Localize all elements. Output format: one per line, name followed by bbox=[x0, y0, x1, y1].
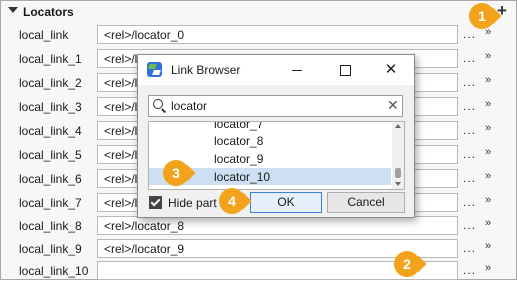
locator-value: <rel>/locator_8 bbox=[104, 219, 185, 233]
go-to-icon[interactable]: » bbox=[485, 74, 491, 86]
go-to-icon[interactable]: » bbox=[485, 240, 491, 252]
app-logo-icon bbox=[147, 62, 162, 77]
row-label: local_link_6 bbox=[19, 172, 82, 186]
locator-field[interactable]: <rel>/locator_0 bbox=[97, 25, 458, 44]
go-to-icon[interactable]: » bbox=[485, 146, 491, 158]
link-browser-dialog: Link Browser ✕ locator ✕ locator_7 locat… bbox=[137, 54, 415, 218]
go-to-icon[interactable]: » bbox=[485, 122, 491, 134]
list-item[interactable]: locator_7 bbox=[149, 121, 391, 132]
section-title: Locators bbox=[23, 5, 74, 19]
callout-badge: 3 bbox=[163, 160, 189, 186]
locators-header[interactable]: Locators + bbox=[1, 1, 516, 23]
close-icon[interactable]: ✕ bbox=[380, 59, 402, 81]
browse-button[interactable]: ... bbox=[463, 147, 476, 161]
locator-row: local_link_8 <rel>/locator_8 ... » bbox=[1, 215, 516, 237]
callout-number: 2 bbox=[403, 256, 411, 272]
locator-value: <rel>/locator_9 bbox=[104, 242, 185, 256]
list-item-label: locator_9 bbox=[214, 152, 264, 166]
browse-button[interactable]: ... bbox=[463, 99, 476, 113]
locator-value: <rel>/locator_0 bbox=[104, 28, 185, 42]
minimize-icon bbox=[292, 70, 302, 71]
list-scrollbar[interactable] bbox=[392, 122, 404, 189]
browse-button[interactable]: ... bbox=[463, 123, 476, 137]
row-label: local_link_10 bbox=[19, 264, 89, 278]
row-label: local_link_8 bbox=[19, 219, 82, 233]
locator-row: local_link <rel>/locator_0 ... » bbox=[1, 24, 516, 46]
browse-button[interactable]: ... bbox=[463, 218, 476, 232]
go-to-icon[interactable]: » bbox=[485, 98, 491, 110]
browse-button[interactable]: ... bbox=[463, 195, 476, 209]
go-to-icon[interactable]: » bbox=[485, 194, 491, 206]
dialog-title: Link Browser bbox=[171, 63, 241, 77]
hide-checkbox[interactable] bbox=[149, 196, 162, 209]
row-label: local_link_5 bbox=[19, 148, 82, 162]
scroll-up-icon[interactable] bbox=[395, 124, 401, 128]
minimize-button[interactable] bbox=[286, 59, 308, 81]
go-to-icon[interactable]: » bbox=[485, 50, 491, 62]
search-icon bbox=[153, 99, 163, 109]
locator-row: local_link_9 <rel>/locator_9 ... » bbox=[1, 238, 516, 260]
row-label: local_link_2 bbox=[19, 76, 82, 90]
locator-row: local_link_10 ... » bbox=[1, 260, 516, 282]
row-label: local_link_3 bbox=[19, 100, 82, 114]
callout-number: 4 bbox=[228, 193, 236, 209]
list-item-label: locator_8 bbox=[214, 134, 264, 148]
hide-checkbox-label: Hide part bbox=[168, 196, 217, 210]
list-item-label: locator_7 bbox=[214, 121, 264, 131]
go-to-icon[interactable]: » bbox=[485, 262, 491, 274]
browse-button[interactable]: ... bbox=[463, 241, 476, 255]
callout-number: 3 bbox=[172, 165, 180, 181]
browse-button[interactable]: ... bbox=[463, 263, 476, 277]
browse-button[interactable]: ... bbox=[463, 27, 476, 41]
row-label: local_link_4 bbox=[19, 124, 82, 138]
ok-button[interactable]: OK bbox=[250, 192, 322, 213]
row-label: local_link bbox=[19, 28, 69, 42]
scroll-down-icon[interactable] bbox=[395, 182, 401, 186]
browse-button[interactable]: ... bbox=[463, 171, 476, 185]
locator-field[interactable]: <rel>/locator_8 bbox=[97, 216, 458, 235]
collapse-caret-icon[interactable] bbox=[8, 7, 18, 13]
dialog-titlebar[interactable]: Link Browser ✕ bbox=[138, 55, 414, 85]
go-to-icon[interactable]: » bbox=[485, 217, 491, 229]
row-label: local_link_9 bbox=[19, 242, 82, 256]
callout-badge: 2 bbox=[394, 251, 420, 277]
callout-badge: 4 bbox=[219, 188, 245, 214]
cancel-button[interactable]: Cancel bbox=[327, 192, 405, 213]
callout-number: 1 bbox=[478, 8, 486, 24]
list-item[interactable]: locator_8 bbox=[149, 132, 391, 149]
scroll-thumb[interactable] bbox=[395, 168, 401, 178]
go-to-icon[interactable]: » bbox=[485, 170, 491, 182]
row-label: local_link_1 bbox=[19, 52, 82, 66]
row-label: local_link_7 bbox=[19, 196, 82, 210]
maximize-icon bbox=[340, 65, 351, 76]
search-input[interactable]: locator ✕ bbox=[148, 95, 403, 117]
browse-button[interactable]: ... bbox=[463, 51, 476, 65]
callout-badge: 1 bbox=[469, 3, 495, 29]
clear-search-icon[interactable]: ✕ bbox=[387, 97, 399, 114]
list-item-label: locator_10 bbox=[214, 170, 271, 184]
search-value: locator bbox=[171, 99, 208, 113]
browse-button[interactable]: ... bbox=[463, 75, 476, 89]
maximize-button[interactable] bbox=[334, 59, 356, 81]
